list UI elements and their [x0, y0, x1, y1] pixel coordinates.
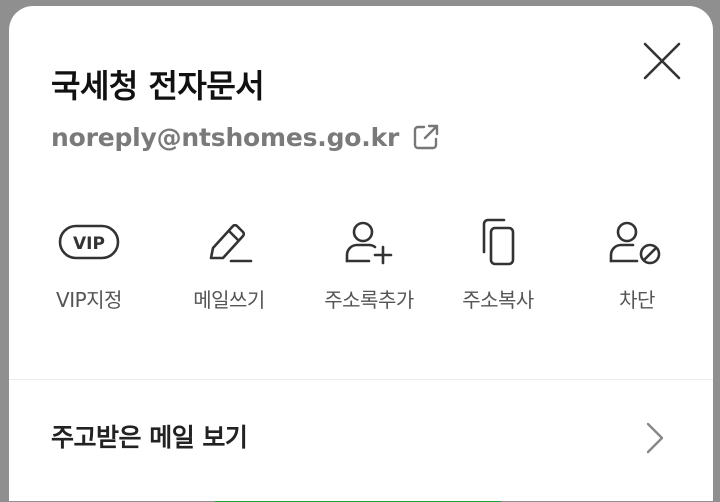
- external-link-icon[interactable]: [411, 122, 441, 152]
- vip-icon: VIP: [57, 214, 121, 270]
- write-mail-label: 메일쓰기: [193, 288, 265, 312]
- action-bar: VIP VIP지정 메일쓰기 주소록추가 주소복사 차단: [9, 214, 713, 324]
- vip-label: VIP지정: [56, 288, 122, 312]
- add-contact-button[interactable]: 주소록추가: [304, 214, 434, 313]
- chevron-right-icon: [646, 422, 664, 454]
- add-contact-label: 주소록추가: [324, 288, 414, 312]
- svg-text:VIP: VIP: [73, 234, 105, 254]
- block-button[interactable]: 차단: [572, 214, 702, 313]
- copy-address-button[interactable]: 주소복사: [433, 214, 563, 313]
- vip-button[interactable]: VIP VIP지정: [24, 214, 154, 313]
- view-exchanged-mail-label: 주고받은 메일 보기: [51, 423, 248, 452]
- close-icon: [643, 42, 681, 80]
- sender-info-sheet: 국세청 전자문서 noreply@ntshomes.go.kr VIP VIP지…: [9, 6, 713, 501]
- view-exchanged-mail-row[interactable]: 주고받은 메일 보기: [9, 380, 713, 501]
- pencil-icon: [197, 214, 261, 270]
- person-block-icon: [605, 214, 669, 270]
- sender-email: noreply@ntshomes.go.kr: [51, 122, 400, 152]
- copy-address-label: 주소복사: [462, 288, 534, 312]
- person-add-icon: [337, 214, 401, 270]
- sender-name: 국세청 전자문서: [51, 67, 265, 105]
- block-label: 차단: [619, 288, 655, 312]
- sender-email-row: noreply@ntshomes.go.kr: [51, 122, 441, 152]
- write-mail-button[interactable]: 메일쓰기: [164, 214, 294, 313]
- copy-icon: [466, 214, 530, 270]
- close-button[interactable]: [641, 40, 683, 82]
